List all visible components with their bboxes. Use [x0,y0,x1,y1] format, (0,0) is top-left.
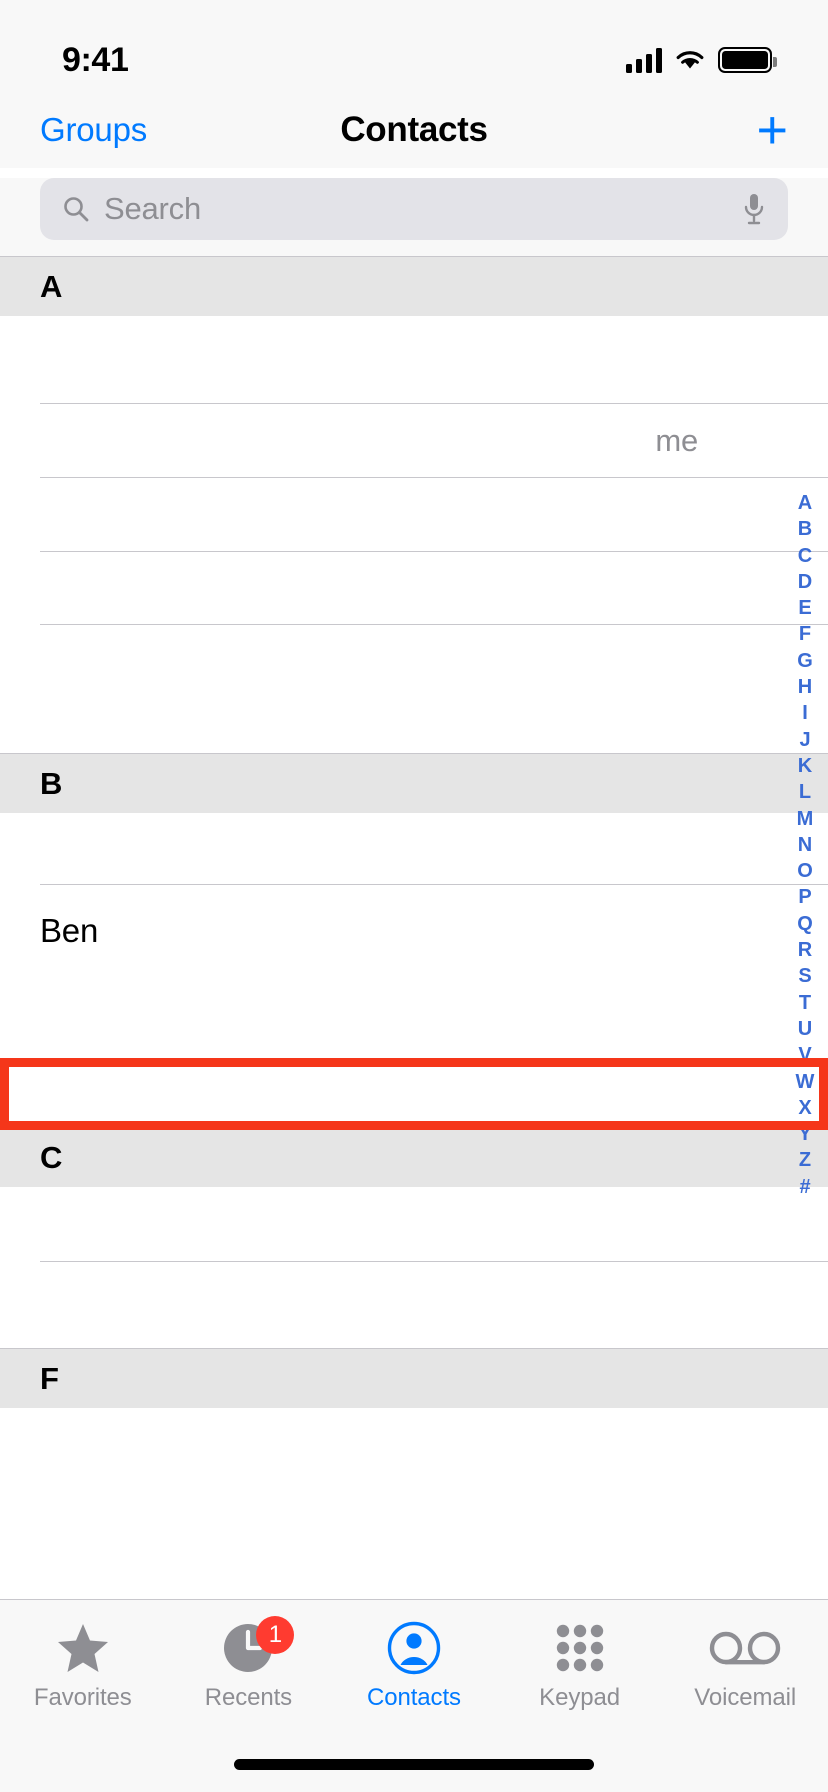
list-spacer [0,1061,828,1127]
tab-bar: Favorites 1 Recents Contacts Keypad Voic… [0,1599,828,1792]
search-placeholder: Search [104,191,202,226]
tab-label: Favorites [33,1684,132,1711]
list-spacer [0,1262,828,1348]
tab-contacts[interactable]: Contacts [331,1620,497,1712]
index-letter[interactable]: K [788,753,822,779]
index-letter[interactable]: F [788,621,822,647]
search-icon [64,197,89,222]
index-letter[interactable]: D [788,569,822,595]
index-letter[interactable]: L [788,779,822,805]
contact-name: Ben [40,912,99,949]
contact-row[interactable] [0,813,828,885]
wifi-icon [676,51,704,69]
index-letter[interactable]: G [788,648,822,674]
search-bar-container: Search [0,178,828,256]
index-letter[interactable]: # [788,1174,822,1200]
alphabet-index-bar[interactable]: A B C D E F G H I J K L M N O P Q R S T … [788,490,822,1200]
contact-row[interactable] [0,478,828,552]
index-letter[interactable]: N [788,832,822,858]
cellular-signal-icon [626,47,662,73]
index-letter[interactable]: R [788,937,822,963]
index-letter[interactable]: C [788,543,822,569]
keypad-grid-icon [554,1620,606,1676]
index-letter[interactable]: P [788,884,822,910]
clock-icon: 1 [221,1616,295,1676]
section-header-b: B [0,753,828,813]
contact-row[interactable] [0,316,828,404]
index-letter[interactable]: A [788,490,822,516]
contact-row[interactable] [0,1187,828,1262]
tab-label: Contacts [367,1684,461,1711]
contact-row[interactable]: me [0,404,828,478]
index-letter[interactable]: X [788,1095,822,1121]
home-indicator-bar [234,1759,594,1770]
iphone-contacts-screen: 9:41 Groups Contacts + Search A me B Ben… [0,0,828,1792]
groups-button[interactable]: Groups [40,111,147,149]
index-letter[interactable]: I [788,700,822,726]
index-letter[interactable]: U [788,1016,822,1042]
index-letter[interactable]: B [788,516,822,542]
contact-row[interactable] [0,1408,828,1454]
index-letter[interactable]: E [788,595,822,621]
contact-row[interactable] [0,625,828,753]
index-letter[interactable]: V [788,1042,822,1068]
battery-full-icon [718,47,777,73]
index-letter[interactable]: O [788,858,822,884]
me-label: me [655,423,698,458]
status-bar-time: 9:41 [62,40,129,79]
tab-voicemail[interactable]: Voicemail [662,1620,828,1712]
contact-row[interactable] [0,977,828,1061]
tab-recents[interactable]: 1 Recents [166,1616,332,1712]
section-header-f: F [0,1348,828,1408]
status-bar: 9:41 [0,0,828,92]
tab-keypad[interactable]: Keypad [497,1620,663,1712]
index-letter[interactable]: W [788,1069,822,1095]
contact-row[interactable] [0,552,828,625]
index-letter[interactable]: H [788,674,822,700]
index-letter[interactable]: T [788,990,822,1016]
star-icon [56,1620,110,1676]
contact-row-ben[interactable]: Ben [0,885,828,977]
index-letter[interactable]: S [788,963,822,989]
tab-label: Recents [204,1684,293,1711]
index-letter[interactable]: Y [788,1121,822,1147]
navigation-bar: Groups Contacts + [0,92,828,168]
index-letter[interactable]: M [788,806,822,832]
status-bar-indicators [626,47,777,73]
person-circle-icon [386,1620,442,1676]
index-letter[interactable]: J [788,727,822,753]
section-header-a: A [0,256,828,316]
tab-label: Keypad [539,1684,620,1711]
section-header-c: C [0,1127,828,1187]
tab-favorites[interactable]: Favorites [0,1620,166,1712]
voicemail-icon [709,1620,781,1676]
search-input[interactable]: Search [40,178,788,240]
add-contact-button[interactable]: + [756,103,788,157]
contacts-list[interactable]: A me B Ben C F [0,256,828,1599]
microphone-icon[interactable] [742,192,766,226]
tab-label: Voicemail [694,1684,797,1711]
index-letter[interactable]: Z [788,1147,822,1173]
index-letter[interactable]: Q [788,911,822,937]
recents-badge: 1 [256,1616,295,1654]
